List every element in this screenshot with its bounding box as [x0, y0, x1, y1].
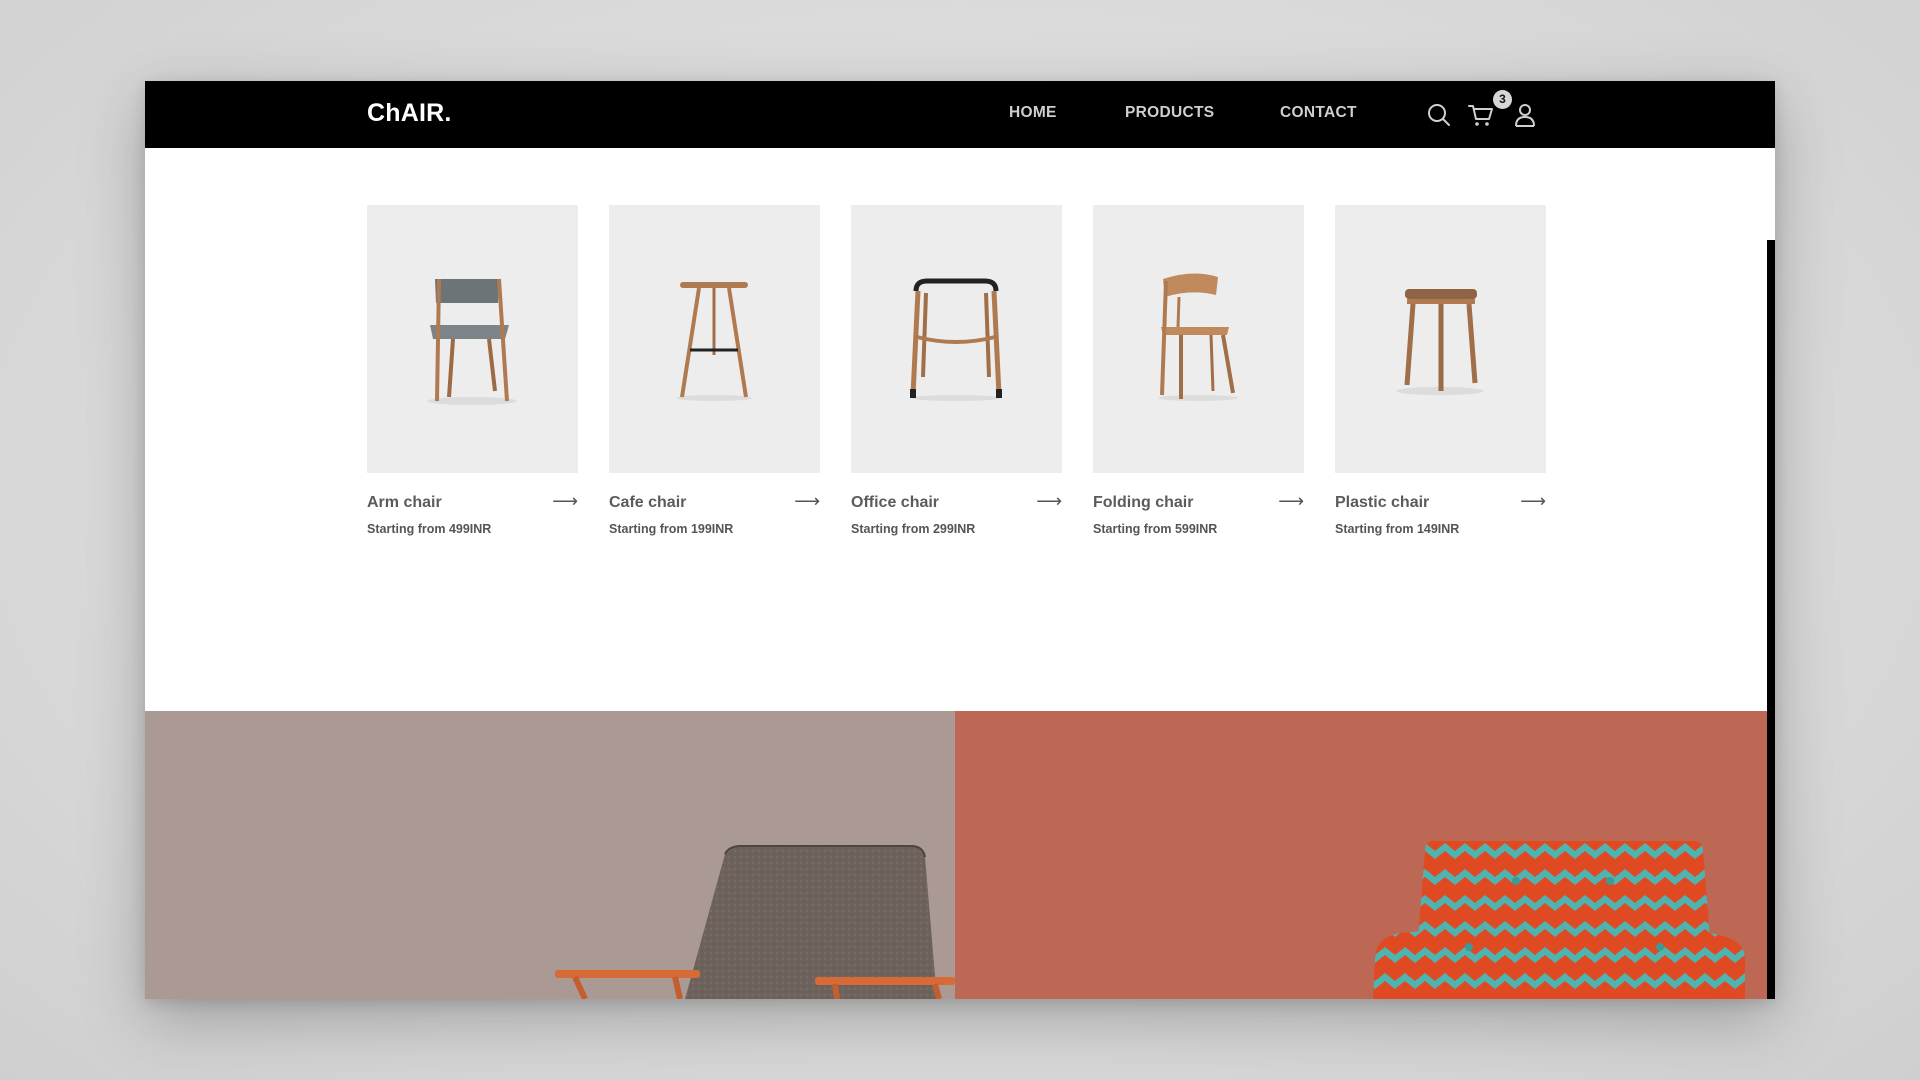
nav-link-products[interactable]: PRODUCTS	[1125, 104, 1214, 122]
nav-link-home[interactable]: HOME	[1009, 104, 1057, 122]
product-image[interactable]	[1093, 205, 1304, 473]
product-image[interactable]	[1335, 205, 1546, 473]
nav-link-contact[interactable]: CONTACT	[1280, 104, 1357, 122]
lounge-chair-image	[555, 845, 955, 999]
product-card[interactable]: Arm chair ⟶ Starting from 499INR	[367, 205, 578, 536]
product-card[interactable]: Office chair ⟶ Starting from 299INR	[851, 205, 1062, 536]
cafe-stool-image	[676, 282, 752, 401]
product-card[interactable]: Cafe chair ⟶ Starting from 199INR	[609, 205, 820, 536]
scrollbar-track[interactable]	[1767, 148, 1775, 999]
arrow-right-icon[interactable]: ⟶	[1520, 491, 1546, 512]
patterned-armchair-image	[1373, 841, 1745, 999]
armchair-image	[427, 278, 517, 405]
arrow-right-icon[interactable]: ⟶	[1036, 491, 1062, 512]
product-price: Starting from 149INR	[1335, 522, 1460, 536]
product-price: Starting from 199INR	[609, 522, 734, 536]
product-image[interactable]	[609, 205, 820, 473]
product-title[interactable]: Cafe chair	[609, 494, 686, 512]
product-title[interactable]: Folding chair	[1093, 494, 1193, 512]
product-card[interactable]: Folding chair ⟶ Starting from 599INR	[1093, 205, 1304, 536]
office-chair-image	[910, 278, 1002, 401]
browser-window: ChAIR. HOME PRODUCTS CONTACT 3 Arm chair…	[145, 81, 1775, 999]
stool-image	[1396, 289, 1484, 395]
search-icon[interactable]	[1425, 101, 1453, 129]
user-icon[interactable]	[1511, 101, 1539, 129]
arrow-right-icon[interactable]: ⟶	[1278, 491, 1304, 512]
cart-icon[interactable]	[1467, 101, 1495, 129]
folding-chair-image	[1158, 273, 1238, 401]
product-image[interactable]	[367, 205, 578, 473]
scrollbar-thumb[interactable]	[1767, 148, 1775, 240]
arrow-right-icon[interactable]: ⟶	[552, 491, 578, 512]
product-price: Starting from 499INR	[367, 522, 492, 536]
product-card[interactable]: Plastic chair ⟶ Starting from 149INR	[1335, 205, 1546, 536]
brand-logo[interactable]: ChAIR.	[367, 99, 452, 128]
product-image[interactable]	[851, 205, 1062, 473]
product-title[interactable]: Office chair	[851, 494, 939, 512]
feature-banner-left[interactable]	[145, 711, 955, 999]
product-title[interactable]: Plastic chair	[1335, 494, 1429, 512]
feature-banner-right[interactable]	[955, 711, 1767, 999]
top-navbar: ChAIR. HOME PRODUCTS CONTACT 3	[145, 81, 1775, 148]
product-price: Starting from 299INR	[851, 522, 976, 536]
cart-count-badge: 3	[1493, 90, 1512, 109]
product-title[interactable]: Arm chair	[367, 494, 442, 512]
arrow-right-icon[interactable]: ⟶	[794, 491, 820, 512]
product-price: Starting from 599INR	[1093, 522, 1218, 536]
